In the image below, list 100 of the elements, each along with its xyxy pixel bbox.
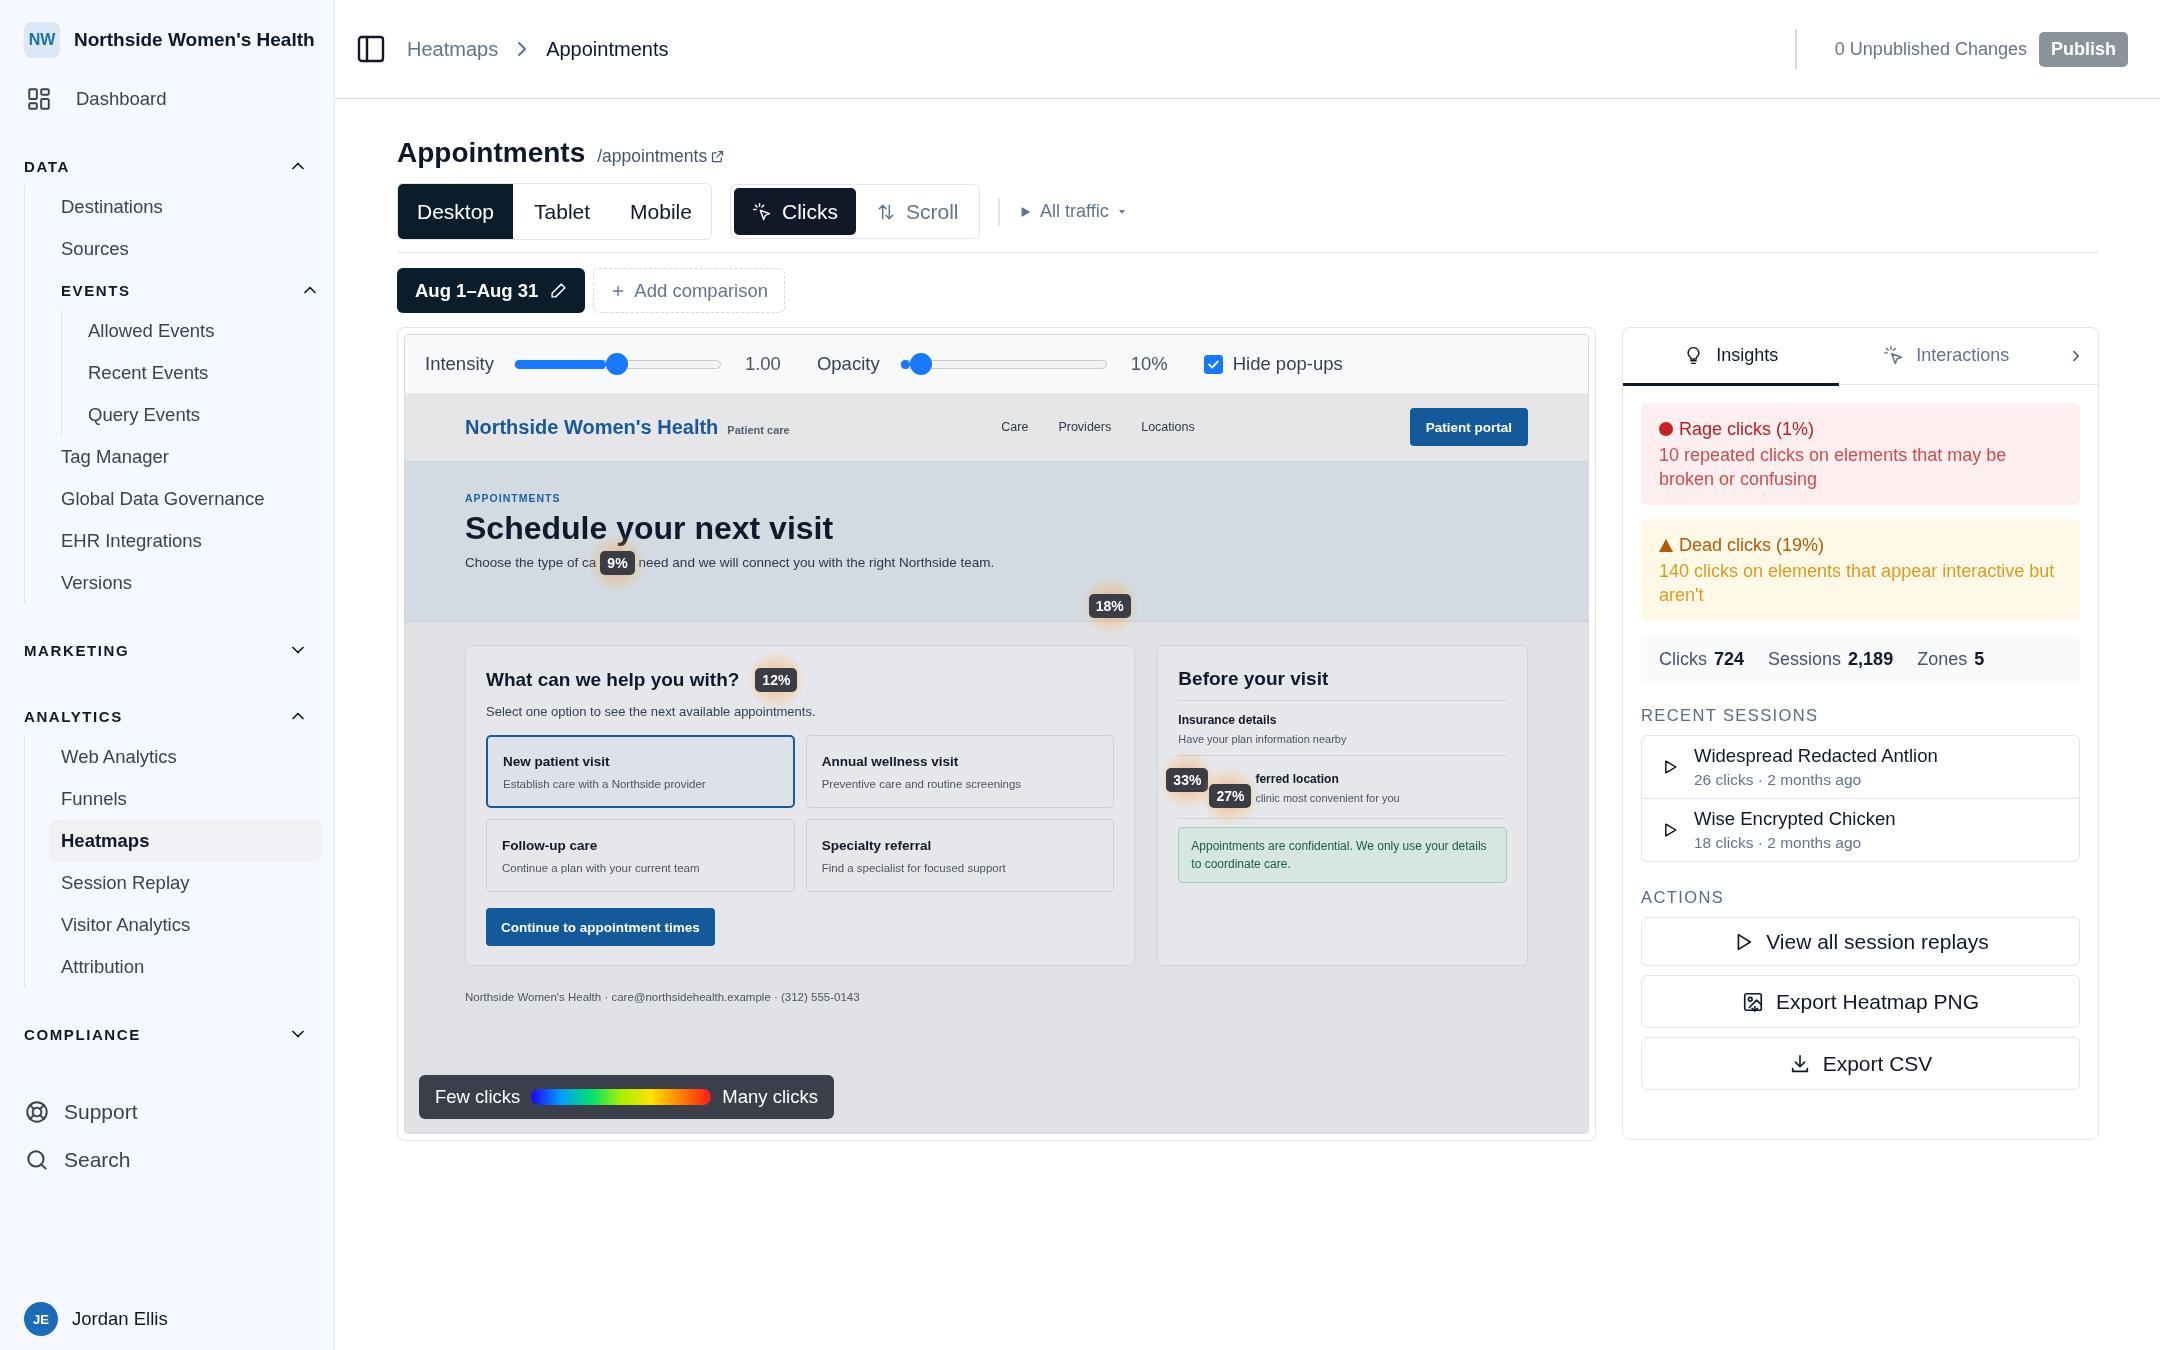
visit-option[interactable]: Annual wellness visit Preventive care and routine screenings — [805, 735, 1115, 808]
site-nav-link[interactable]: Care — [1001, 420, 1029, 434]
privacy-note: Appointments are confidential. We only use your details to coordinate care. — [1178, 827, 1507, 883]
checkbox[interactable] — [1203, 354, 1223, 374]
nav-item[interactable]: Sources — [49, 228, 322, 270]
add-comparison-button[interactable]: Add comparison — [593, 268, 786, 313]
nav-item[interactable]: Global Data Governance — [49, 478, 322, 520]
panel-tab[interactable]: Insights — [1623, 328, 1839, 386]
visit-option[interactable]: New patient visit Establish care with a Northside provider — [486, 735, 795, 808]
card-title: What can we help you with? — [486, 669, 740, 691]
nav-item[interactable]: Query Events — [76, 394, 322, 436]
nav-item[interactable]: Versions — [49, 562, 322, 604]
slider-label: Opacity — [816, 353, 880, 375]
mode-tab[interactable]: Clicks — [733, 188, 856, 235]
device-tab[interactable]: Mobile — [611, 184, 711, 239]
section-toggle[interactable]: ANALYTICS — [24, 696, 322, 736]
visit-option[interactable]: Follow-up care Continue a plan with your current team — [486, 819, 795, 892]
nav-item[interactable]: Support — [24, 1088, 322, 1136]
nav-item[interactable]: Allowed Events — [76, 310, 322, 352]
traffic-filter-button[interactable]: All traffic — [1018, 201, 1127, 222]
nav-item[interactable]: Dashboard — [24, 78, 322, 120]
section-toggle[interactable]: COMPLIANCE — [24, 1014, 322, 1054]
info-text: Have your plan information nearby — [1178, 733, 1347, 745]
nav-item[interactable]: Recent Events — [76, 352, 322, 394]
site-brand: Northside Women's Health — [465, 415, 719, 439]
site-footer-text: Northside Women's Health · care@northsidehealth.example · (312) 555-0143 — [464, 991, 861, 1003]
nav-item[interactable]: Funnels — [49, 778, 322, 820]
panel-tab[interactable]: Interactions — [1838, 328, 2054, 386]
continue-button[interactable]: Continue to appointment times — [486, 908, 715, 946]
slider-label: Intensity — [425, 353, 494, 375]
cursor-click-icon — [751, 201, 772, 222]
hero-text: Choose the type of ca — [465, 554, 597, 572]
breadcrumb-current: Appointments — [546, 37, 669, 61]
search-icon — [24, 1147, 50, 1173]
site-nav-link[interactable]: Providers — [1058, 420, 1112, 434]
pencil-icon — [550, 282, 568, 299]
action-button[interactable]: Export CSV — [1641, 1037, 2080, 1090]
alert-title: Rage clicks (1%) — [1679, 418, 1815, 441]
nav-item[interactable]: Heatmaps — [49, 820, 322, 862]
breadcrumb-link[interactable]: Heatmaps — [407, 37, 499, 61]
eyebrow-text: APPOINTMENTS — [465, 492, 562, 504]
mode-tab[interactable]: Scroll — [857, 188, 977, 235]
info-title: ferred location — [1255, 772, 1340, 786]
nav-item[interactable]: Search — [24, 1136, 322, 1184]
date-range-button[interactable]: Aug 1–Aug 31 — [397, 268, 586, 313]
slider-value: 10% — [1130, 353, 1168, 375]
slider-thumb[interactable] — [606, 353, 629, 375]
device-tab[interactable]: Desktop — [398, 184, 514, 239]
nav-item[interactable]: Destinations — [49, 186, 322, 228]
user-avatar: JE — [24, 1302, 58, 1336]
click-percentage-badge: 33% — [1166, 768, 1209, 792]
nav-item[interactable]: EHR Integrations — [49, 520, 322, 562]
click-percentage-badge: 18% — [1088, 594, 1131, 618]
sidebar-toggle-button[interactable] — [355, 33, 387, 65]
nav-item[interactable]: Session Replay — [49, 862, 322, 904]
support-icon — [24, 1099, 50, 1125]
session-row[interactable]: Wise Encrypted Chicken 18 clicks · 2 months ago — [1642, 798, 2079, 861]
click-percentage-badge: 9% — [600, 551, 635, 575]
nav-item[interactable]: Visitor Analytics — [49, 904, 322, 946]
session-row[interactable]: Widespread Redacted Antlion 26 clicks · 2 months ago — [1642, 736, 2079, 798]
visit-option[interactable]: Specialty referral Find a specialist for focused support — [805, 819, 1115, 892]
cursor-click-icon — [1883, 344, 1905, 366]
info-title: Insurance details — [1178, 713, 1278, 727]
section-heading: RECENT SESSIONS — [1641, 706, 1820, 725]
alert-title: Dead clicks (19%) — [1679, 534, 1825, 557]
card-title: Before your visit — [1178, 668, 1329, 689]
checkbox-label: Hide pop-ups — [1232, 353, 1343, 375]
unpublished-changes-text: 0 Unpublished Changes — [1834, 38, 2027, 60]
section-toggle[interactable]: MARKETING — [24, 630, 322, 670]
nav-item[interactable]: Attribution — [49, 946, 322, 988]
patient-portal-button[interactable]: Patient portal — [1409, 408, 1528, 446]
org-name: Northside Women's Health — [74, 29, 315, 51]
action-button[interactable]: View all session replays — [1641, 917, 2080, 966]
site-nav-link[interactable]: Locations — [1141, 420, 1195, 434]
stat-value: 2,189 — [1848, 649, 1894, 670]
intensity-slider[interactable] — [513, 353, 721, 375]
nav-item[interactable]: Web Analytics — [49, 736, 322, 778]
play-triangle-icon — [1018, 204, 1032, 219]
action-button[interactable]: Export Heatmap PNG — [1641, 975, 2080, 1028]
section-heading: ACTIONS — [1641, 888, 1726, 907]
click-percentage-badge: 12% — [755, 668, 798, 692]
stat-label: Sessions — [1768, 649, 1842, 670]
section-toggle[interactable]: DATA — [24, 146, 322, 186]
alert-text: 140 clicks on elements that appear interactive but aren't — [1659, 560, 2056, 607]
page-title: Appointments — [397, 137, 586, 169]
page-path-link[interactable]: /appointments — [597, 146, 726, 167]
device-tab[interactable]: Tablet — [515, 184, 610, 239]
legend-label: Many clicks — [722, 1086, 818, 1108]
nav-group-toggle[interactable]: EVENTS — [49, 270, 322, 310]
alert-text: 10 repeated clicks on elements that may be broken or confusing — [1659, 444, 2008, 491]
click-percentage-badge: 27% — [1209, 784, 1252, 808]
slider-thumb[interactable] — [910, 353, 933, 375]
sidebar-panel-icon — [355, 33, 387, 65]
slider-value: 1.00 — [744, 353, 781, 375]
card-subtitle: Select one option to see the next available appointments. — [486, 704, 817, 719]
nav-item[interactable]: Tag Manager — [49, 436, 322, 478]
stat-value: 5 — [1974, 649, 1985, 670]
opacity-slider[interactable] — [899, 353, 1107, 375]
hero-heading: Schedule your next visit — [465, 510, 835, 547]
user-name: Jordan Ellis — [72, 1308, 168, 1330]
